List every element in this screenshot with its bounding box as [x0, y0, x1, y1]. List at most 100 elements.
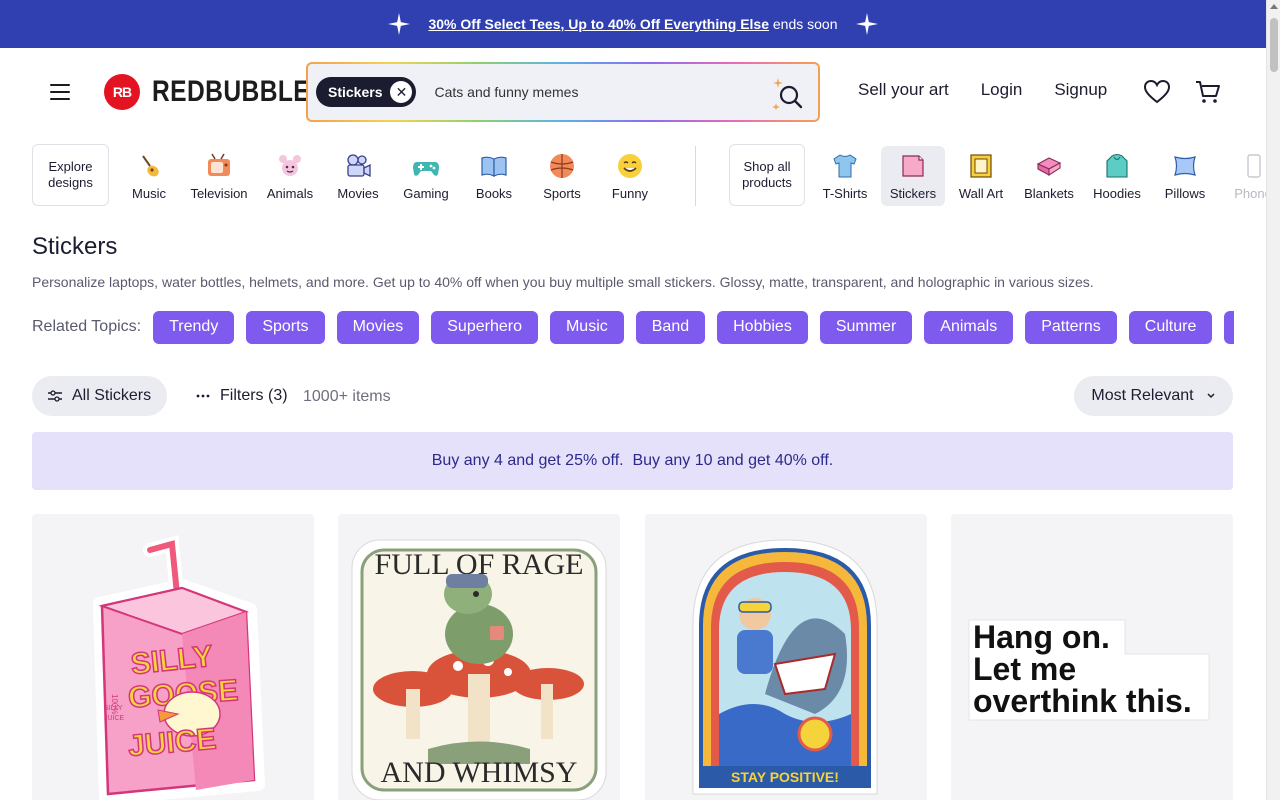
phone-icon: [1247, 154, 1261, 178]
topic-pill[interactable]: Patterns: [1025, 310, 1117, 344]
header-nav: Sell your art Login Signup: [858, 80, 1107, 100]
tshirt-icon: [833, 154, 857, 178]
scrollbar-thumb[interactable]: [1270, 18, 1278, 72]
sticker-icon: [902, 155, 924, 177]
sparkle-icon: [388, 13, 411, 35]
product-card[interactable]: FULL OF RAGE AND WHIMSY: [338, 514, 620, 800]
logo-wordmark: REDBUBBLE: [152, 75, 311, 108]
topic-pill[interactable]: Hobbies: [717, 310, 808, 344]
product-image: FULL OF RAGE AND WHIMSY: [351, 539, 607, 800]
art-text: overthink this.: [973, 683, 1192, 719]
promo-bar: 30% Off Select Tees, Up to 40% Off Every…: [0, 0, 1266, 48]
login-link[interactable]: Login: [981, 80, 1023, 100]
all-stickers-label: All Stickers: [72, 387, 152, 404]
category-television[interactable]: Television: [187, 146, 251, 206]
hoodie-icon: [1106, 153, 1128, 178]
category-stickers[interactable]: Stickers: [881, 146, 945, 206]
product-image: STAY POSITIVE!: [692, 539, 878, 795]
topic-pill[interactable]: Summer: [819, 310, 913, 344]
product-card[interactable]: SILLY GOOSE JUICE 100% SILLY JUICE: [32, 514, 314, 800]
promo-text: 30% Off Select Tees, Up to 40% Off Every…: [428, 16, 837, 32]
filters-label: Filters (3): [220, 387, 288, 404]
art-text: SILLY: [104, 705, 123, 712]
filters-button[interactable]: Filters (3): [196, 376, 288, 416]
category-pillows[interactable]: Pillows: [1153, 146, 1217, 206]
category-tshirts[interactable]: T-Shirts: [813, 146, 877, 206]
category-gaming[interactable]: Gaming: [394, 146, 458, 206]
item-count: 1000+ items: [303, 388, 391, 405]
hamburger-menu-icon[interactable]: [44, 76, 76, 108]
related-topics-label: Related Topics:: [32, 318, 142, 335]
category-hoodies[interactable]: Hoodies: [1085, 146, 1149, 206]
scroll-up-arrow[interactable]: [1270, 4, 1278, 9]
search-icon[interactable]: [770, 76, 804, 110]
topic-pill[interactable]: Animals: [924, 310, 1014, 344]
bulk-discount-banner: Buy any 4 and get 25% off. Buy any 10 an…: [32, 432, 1233, 490]
category-books[interactable]: Books: [462, 146, 526, 206]
product-card[interactable]: Hang on. Let me overthink this.: [951, 514, 1233, 800]
search-category-chip[interactable]: Stickers ✕: [316, 77, 417, 107]
banner-text: Buy any 4 and get 25% off. Buy any 10 an…: [431, 452, 834, 469]
category-phone[interactable]: Phone: [1221, 146, 1266, 206]
guitar-icon: [142, 155, 159, 177]
art-text: AND WHIMSY: [381, 756, 578, 789]
shop-all-products-button[interactable]: Shop all products: [729, 144, 805, 206]
topic-pill[interactable]: Superhero: [431, 310, 538, 344]
topic-pill[interactable]: Band: [635, 310, 706, 344]
explore-designs-button[interactable]: Explore designs: [32, 144, 109, 206]
topic-pill[interactable]: Music: [549, 310, 624, 344]
page-description: Personalize laptops, water bottles, helm…: [32, 274, 1094, 290]
movie-camera-icon: [347, 154, 371, 178]
signup-link[interactable]: Signup: [1054, 80, 1107, 100]
topic-pill[interactable]: Trendy: [153, 310, 235, 344]
animal-icon: [279, 155, 301, 176]
category-movies[interactable]: Movies: [326, 146, 390, 206]
page-scrollbar[interactable]: [1266, 0, 1280, 800]
product-card[interactable]: STAY POSITIVE!: [645, 514, 927, 800]
category-blankets[interactable]: Blankets: [1017, 146, 1081, 206]
sparkle-icon: [855, 13, 878, 35]
art-text: STAY POSITIVE!: [731, 769, 839, 785]
search-input[interactable]: [434, 84, 735, 100]
ball-icon: [550, 154, 574, 178]
related-topics: Related Topics: Trendy Sports Movies Sup…: [32, 310, 1234, 344]
category-divider: [695, 146, 696, 206]
category-funny[interactable]: Funny: [598, 146, 662, 206]
product-image: Hang on. Let me overthink this.: [968, 619, 1210, 721]
sort-label: Most Relevant: [1091, 387, 1194, 404]
more-dots-icon: [196, 394, 210, 398]
topic-pill[interactable]: Sports: [246, 310, 325, 344]
promo-link[interactable]: 30% Off Select Tees, Up to 40% Off Every…: [428, 16, 769, 32]
topic-pill[interactable]: Movies: [336, 310, 420, 344]
heart-icon[interactable]: [1144, 79, 1170, 105]
pillow-icon: [1174, 156, 1196, 176]
chevron-down-icon: [1207, 393, 1215, 399]
sliders-icon: [48, 390, 62, 402]
category-music[interactable]: Music: [117, 146, 181, 206]
all-stickers-button[interactable]: All Stickers: [32, 376, 168, 416]
art-text: JUICE: [104, 715, 125, 722]
chip-label: Stickers: [328, 84, 383, 100]
topic-pill[interactable]: [1224, 310, 1234, 344]
sort-dropdown[interactable]: Most Relevant: [1074, 376, 1233, 416]
art-text: Let me: [973, 651, 1076, 687]
close-icon[interactable]: ✕: [390, 81, 413, 103]
search-bar: Stickers ✕: [306, 62, 820, 122]
cart-icon[interactable]: [1195, 79, 1221, 105]
gamepad-icon: [413, 162, 439, 176]
category-animals[interactable]: Animals: [258, 146, 322, 206]
category-sports[interactable]: Sports: [530, 146, 594, 206]
logo-mark: RB: [104, 74, 140, 110]
category-wall-art[interactable]: Wall Art: [949, 146, 1013, 206]
category-strip: Explore designs Music Television Animals…: [0, 136, 1266, 218]
tv-icon: [208, 153, 230, 176]
smile-icon: [618, 154, 642, 178]
art-text: Hang on.: [973, 619, 1110, 655]
blanket-icon: [1036, 157, 1062, 177]
sell-your-art-link[interactable]: Sell your art: [858, 80, 949, 100]
book-icon: [481, 156, 507, 177]
promo-suffix: ends soon: [772, 16, 838, 32]
frame-icon: [970, 154, 992, 178]
topic-pill[interactable]: Culture: [1128, 310, 1213, 344]
product-image: SILLY GOOSE JUICE 100% SILLY JUICE: [93, 535, 265, 800]
